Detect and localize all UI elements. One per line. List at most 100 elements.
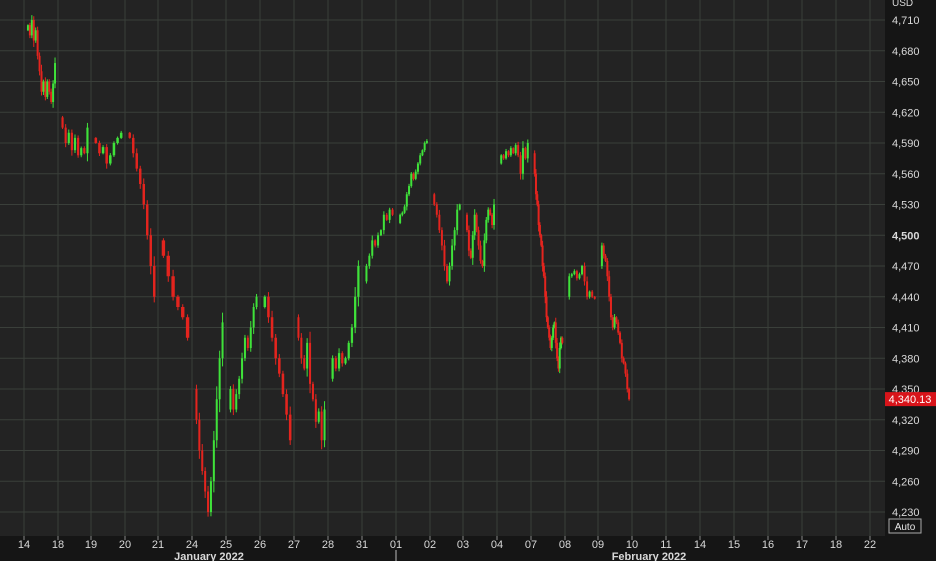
candle-body bbox=[221, 322, 224, 359]
candle-body bbox=[581, 266, 583, 275]
candle-body bbox=[602, 245, 605, 256]
candle-body bbox=[473, 214, 476, 236]
candle-body bbox=[538, 225, 541, 236]
candle-body bbox=[448, 266, 451, 282]
candle-body bbox=[554, 322, 557, 343]
candle-body bbox=[320, 411, 323, 441]
auto-scale-button[interactable]: Auto bbox=[888, 518, 922, 534]
candle-body bbox=[344, 358, 347, 364]
x-tick-label: 14 bbox=[18, 539, 30, 551]
candle-body bbox=[44, 81, 47, 97]
candle-body bbox=[570, 274, 573, 277]
candle-body bbox=[77, 137, 80, 156]
candle-body bbox=[628, 389, 631, 400]
candle-body bbox=[536, 194, 539, 205]
candle-body bbox=[438, 214, 441, 231]
candle-body bbox=[471, 235, 474, 258]
y-tick-label: 4,710 bbox=[892, 15, 920, 27]
candle-body bbox=[285, 394, 288, 415]
candle-body bbox=[622, 358, 625, 364]
candle-body bbox=[485, 219, 488, 241]
candle-body bbox=[546, 317, 549, 328]
candle-body bbox=[403, 206, 406, 213]
candle-body bbox=[181, 307, 185, 318]
candle-body bbox=[146, 204, 149, 236]
candle-body bbox=[487, 209, 490, 220]
candle-body bbox=[42, 81, 45, 92]
candle-body bbox=[467, 230, 470, 251]
candle-body bbox=[67, 132, 70, 143]
candle-body bbox=[64, 127, 67, 143]
candle-body bbox=[209, 481, 212, 512]
candle-body bbox=[537, 204, 540, 225]
candle-body bbox=[297, 317, 300, 338]
candle-body bbox=[28, 25, 31, 36]
candle-body bbox=[54, 63, 57, 84]
candle-body bbox=[542, 266, 545, 277]
candle-body bbox=[600, 245, 603, 266]
candle-body bbox=[278, 358, 281, 374]
candle-body bbox=[613, 317, 616, 328]
candle-body bbox=[408, 186, 411, 195]
candle-body bbox=[235, 394, 238, 410]
candle-body bbox=[135, 153, 138, 169]
candle-body bbox=[128, 132, 131, 138]
current-price-tag: 4,340.13 bbox=[885, 392, 936, 407]
candle-body bbox=[561, 337, 564, 343]
candle-body bbox=[493, 204, 496, 225]
candle-body bbox=[229, 389, 232, 410]
candle-body bbox=[365, 266, 368, 282]
y-tick-label: 4,590 bbox=[892, 138, 920, 150]
candle-body bbox=[215, 399, 218, 441]
x-tick-label: 26 bbox=[254, 539, 266, 551]
candle-body bbox=[382, 214, 385, 231]
candle-body bbox=[410, 173, 413, 187]
candle-body bbox=[377, 235, 380, 246]
candle-body bbox=[552, 327, 555, 338]
y-tick-label: 4,620 bbox=[892, 107, 920, 119]
candle-body bbox=[606, 260, 609, 277]
candle-body bbox=[620, 342, 623, 359]
candle-body bbox=[374, 240, 377, 246]
candle-body bbox=[195, 389, 198, 420]
candle-body bbox=[583, 266, 586, 282]
candle-body bbox=[354, 296, 357, 328]
candle-body bbox=[334, 358, 337, 369]
candle-body bbox=[201, 450, 204, 471]
candle-body bbox=[347, 342, 350, 359]
candle-body bbox=[446, 266, 448, 282]
candle-body bbox=[423, 143, 426, 151]
candle-body bbox=[458, 204, 461, 210]
candle-body bbox=[489, 209, 492, 215]
candle-body bbox=[416, 163, 419, 172]
x-tick-label: 21 bbox=[152, 539, 164, 551]
candle-body bbox=[331, 358, 334, 379]
candle-body bbox=[379, 230, 382, 236]
auto-scale-label: Auto bbox=[895, 522, 916, 533]
x-tick-label: 02 bbox=[424, 539, 436, 551]
candle-body bbox=[255, 296, 258, 307]
candle-body bbox=[556, 342, 559, 359]
x-tick-label: 31 bbox=[356, 539, 368, 551]
candle-body bbox=[86, 127, 89, 154]
candle-body bbox=[615, 317, 618, 323]
candle-body bbox=[139, 168, 142, 184]
candle-body bbox=[500, 155, 503, 164]
candle-body bbox=[274, 337, 277, 359]
stock-chart: 4,710 4,680 4,650 4,620 4,590 4,560 4,530 4,500… bbox=[0, 0, 936, 561]
candle-body bbox=[73, 137, 77, 151]
candle-body bbox=[243, 337, 246, 359]
candle-body bbox=[526, 143, 529, 159]
candle-body bbox=[311, 383, 314, 400]
candle-body bbox=[116, 137, 119, 143]
candle-body bbox=[300, 337, 303, 359]
candle-body bbox=[218, 358, 221, 400]
current-price-label: 4,340.13 bbox=[889, 394, 932, 406]
y-tick-label: 4,380 bbox=[892, 353, 920, 365]
candle-body bbox=[142, 184, 145, 205]
candle-body bbox=[171, 276, 175, 297]
candle-body bbox=[112, 143, 116, 156]
candle-body bbox=[479, 245, 482, 261]
candle-body bbox=[534, 173, 537, 195]
candle-body bbox=[477, 230, 480, 246]
